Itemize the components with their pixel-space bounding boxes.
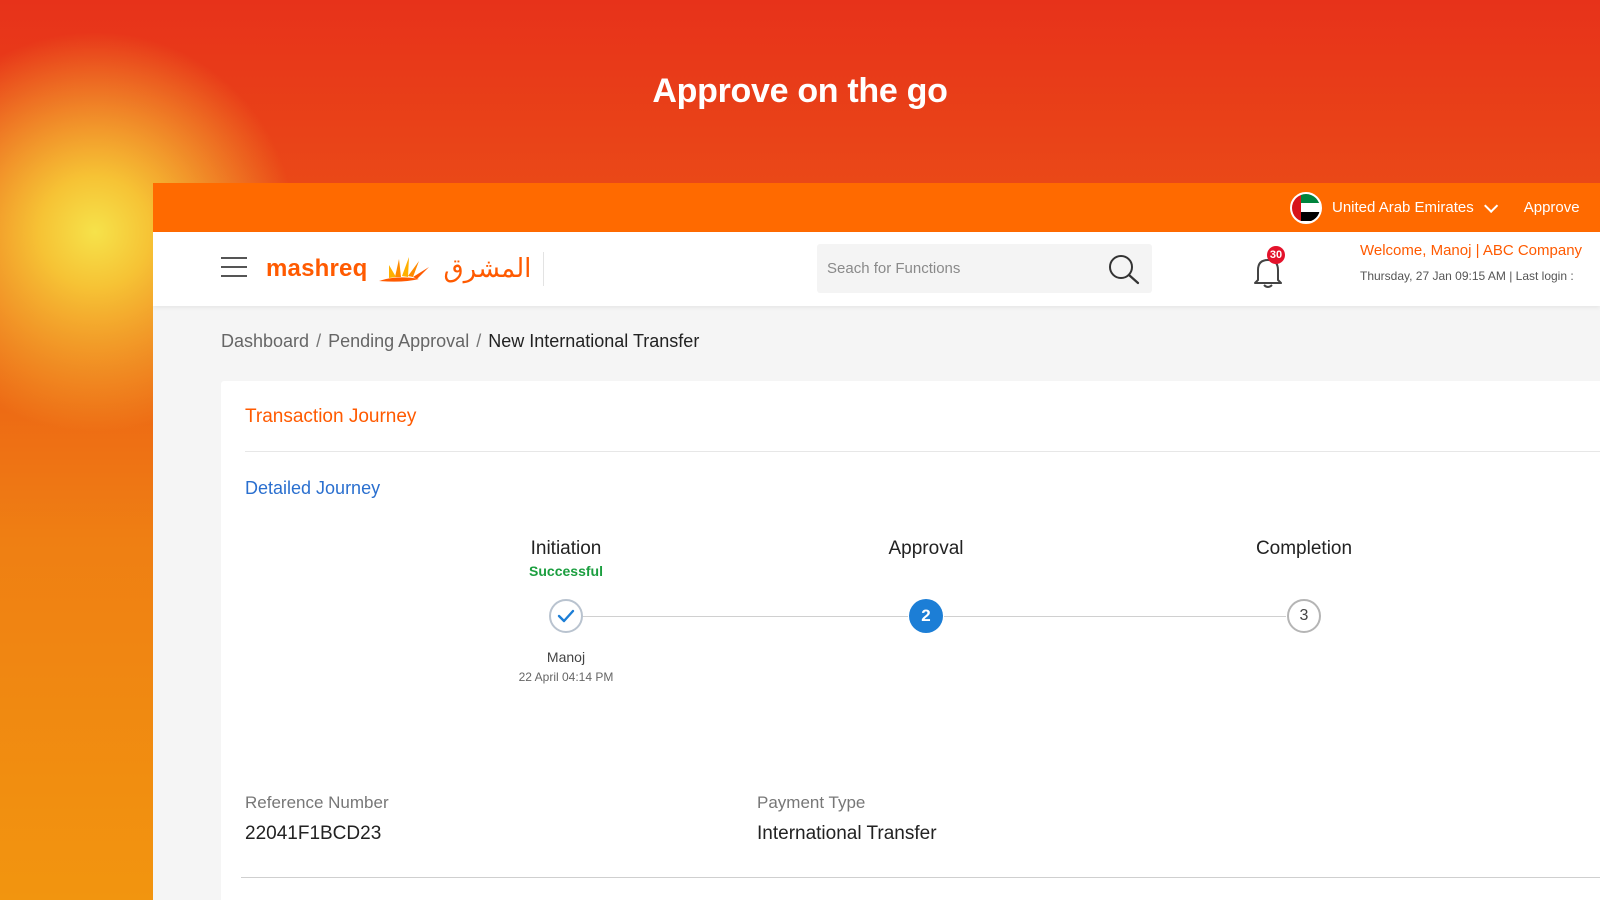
step-initiation-circle — [549, 599, 583, 633]
transaction-card: Transaction Journey Detailed Journey Ini… — [221, 381, 1600, 900]
last-login-text: Thursday, 27 Jan 09:15 AM | Last login : — [1360, 269, 1574, 283]
search-box — [817, 244, 1152, 293]
uae-flag-icon — [1290, 191, 1322, 224]
country-label: United Arab Emirates — [1332, 199, 1474, 216]
hero-title: Approve on the go — [652, 72, 948, 110]
breadcrumb-dashboard[interactable]: Dashboard — [221, 331, 309, 351]
reference-number-label: Reference Number — [245, 793, 389, 812]
payment-type-value: International Transfer — [757, 823, 937, 844]
step-initiation-time: 22 April 04:14 PM — [518, 670, 614, 684]
step-completion-label: Completion — [1255, 538, 1353, 559]
detailed-journey-link[interactable]: Detailed Journey — [245, 478, 380, 499]
mashreq-logo[interactable]: mashreq المشرق — [266, 252, 545, 286]
card-title: Transaction Journey — [245, 406, 417, 427]
reference-number-value: 22041F1BCD23 — [245, 823, 382, 844]
step-completion-circle: 3 — [1287, 599, 1321, 633]
approve-link[interactable]: Approve — [1524, 199, 1580, 216]
top-bar: United Arab Emirates Approve — [153, 183, 1600, 232]
country-selector[interactable]: United Arab Emirates Approve — [1290, 191, 1580, 224]
menu-icon[interactable] — [221, 257, 247, 279]
step-initiation-label: Initiation — [530, 538, 602, 559]
app-window: United Arab Emirates Approve mashreq الم… — [153, 183, 1600, 900]
logo-text-en: mashreq — [266, 255, 368, 282]
chevron-down-icon — [1483, 198, 1498, 213]
breadcrumb-pending-approval[interactable]: Pending Approval — [328, 331, 469, 351]
step-connector — [944, 616, 1286, 617]
header: mashreq المشرق 30 Welcome, Manoj | AB — [153, 232, 1600, 306]
payment-type-label: Payment Type — [757, 793, 866, 812]
step-initiation-person: Manoj — [546, 649, 586, 665]
breadcrumb-current: New International Transfer — [488, 331, 700, 351]
step-initiation-status: Successful — [529, 563, 603, 579]
step-connector — [568, 616, 908, 617]
step-approval-circle: 2 — [909, 599, 943, 633]
logo-text-ar: المشرق — [443, 254, 532, 284]
step-approval-label: Approval — [888, 538, 964, 559]
check-icon — [557, 609, 575, 623]
notification-badge: 30 — [1267, 246, 1285, 264]
breadcrumb: Dashboard / Pending Approval / New Internati… — [221, 331, 700, 351]
welcome-text: Welcome, Manoj | ABC Company — [1360, 242, 1583, 259]
search-icon[interactable] — [1106, 252, 1142, 286]
divider — [245, 451, 1600, 452]
search-input[interactable] — [817, 244, 1097, 293]
sun-logo-icon — [379, 257, 430, 282]
divider — [241, 877, 1600, 878]
